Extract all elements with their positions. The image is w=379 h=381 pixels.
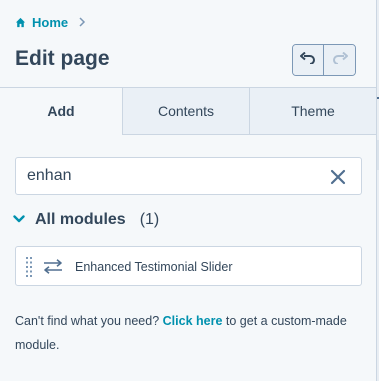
sidebar-header: Home Edit page	[0, 0, 376, 87]
search-input[interactable]	[16, 158, 316, 194]
undo-redo-group	[292, 44, 356, 76]
chevron-right-icon	[78, 17, 86, 27]
page-title: Edit page	[15, 47, 110, 70]
home-icon	[15, 17, 26, 28]
undo-icon	[300, 51, 316, 69]
modules-section-toggle[interactable]: All modules (1)	[13, 210, 159, 230]
drag-handle-icon[interactable]	[26, 257, 32, 277]
modules-count: (1)	[139, 211, 160, 228]
custom-module-link[interactable]: Click here	[163, 314, 223, 328]
module-item-enhanced-testimonial-slider[interactable]: Enhanced Testimonial Slider	[15, 246, 362, 286]
clear-icon[interactable]	[329, 168, 347, 186]
tab-add[interactable]: Add	[0, 87, 122, 135]
modules-section-title: All modules	[35, 211, 126, 228]
breadcrumb[interactable]: Home	[15, 14, 86, 30]
help-prefix: Can't find what you need?	[15, 314, 160, 328]
breadcrumb-home-link[interactable]: Home	[32, 15, 68, 30]
chevron-down-icon	[13, 211, 25, 229]
undo-button[interactable]	[293, 45, 325, 75]
redo-icon	[332, 51, 348, 69]
swap-arrows-icon	[43, 259, 63, 279]
sidebar-panel: Home Edit page Add Contents Theme enhan …	[0, 0, 376, 381]
sidebar-tabs: Add Contents Theme	[0, 87, 376, 135]
tab-theme[interactable]: Theme	[249, 87, 376, 135]
help-text: Can't find what you need? Click here to …	[15, 309, 360, 357]
module-label: Enhanced Testimonial Slider	[75, 260, 233, 274]
redo-button[interactable]	[324, 45, 355, 75]
module-search	[15, 157, 362, 195]
tab-contents[interactable]: Contents	[122, 87, 249, 135]
